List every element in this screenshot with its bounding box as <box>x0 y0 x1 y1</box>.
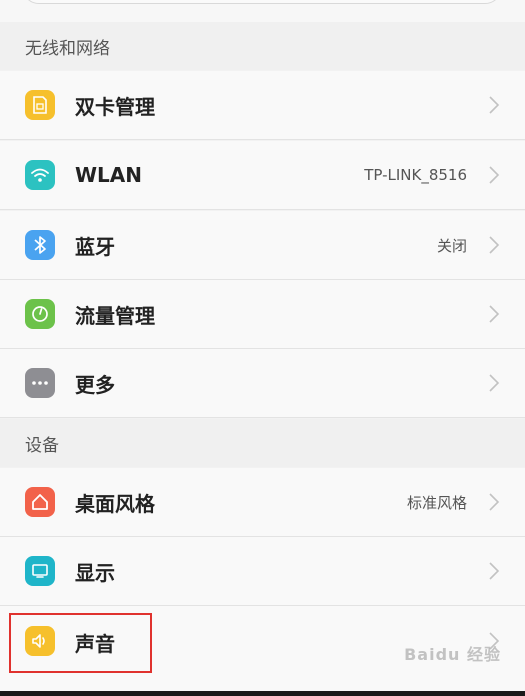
bottom-bar <box>0 691 525 696</box>
row-label-dual-sim: 双卡管理 <box>75 94 155 119</box>
row-dual-sim[interactable]: 双卡管理 <box>0 71 525 140</box>
row-display[interactable]: 显示 <box>0 537 525 606</box>
settings-page: 无线和网络 双卡管理 WLAN TP-LINK_8516 蓝牙 关闭 流量管理 … <box>0 0 525 696</box>
watermark: Baidu 经验 <box>404 645 501 664</box>
chevron-right-icon <box>487 491 501 513</box>
home-icon <box>25 487 55 517</box>
chevron-right-icon <box>487 234 501 256</box>
row-value-wlan: TP-LINK_8516 <box>364 166 467 184</box>
row-label-display: 显示 <box>75 560 115 585</box>
row-value-home-style: 标准风格 <box>406 493 467 512</box>
highlight-annotation <box>9 613 152 673</box>
section-title-device: 设备 <box>25 435 59 456</box>
row-label-data-usage: 流量管理 <box>75 303 155 328</box>
chevron-right-icon <box>487 560 501 582</box>
chevron-right-icon <box>487 164 501 186</box>
row-wlan[interactable]: WLAN TP-LINK_8516 <box>0 141 525 210</box>
row-label-home-style: 桌面风格 <box>75 491 155 516</box>
bluetooth-icon <box>25 230 55 260</box>
row-label-bluetooth: 蓝牙 <box>75 234 115 259</box>
sim-card-icon <box>25 90 55 120</box>
section-header-wireless: 无线和网络 <box>0 22 525 70</box>
row-data-usage[interactable]: 流量管理 <box>0 280 525 349</box>
more-dots-icon <box>25 368 55 398</box>
row-label-more: 更多 <box>75 372 115 397</box>
chevron-right-icon <box>487 372 501 394</box>
search-bar[interactable] <box>22 0 502 4</box>
row-value-bluetooth: 关闭 <box>436 236 467 255</box>
row-home-style[interactable]: 桌面风格 标准风格 <box>0 468 525 537</box>
row-more[interactable]: 更多 <box>0 349 525 418</box>
display-icon <box>25 556 55 586</box>
wifi-icon <box>25 160 55 190</box>
section-header-device: 设备 <box>0 419 525 467</box>
chevron-right-icon <box>487 94 501 116</box>
data-gauge-icon <box>25 299 55 329</box>
row-label-wlan: WLAN <box>75 163 143 187</box>
section-title-wireless: 无线和网络 <box>25 38 110 59</box>
row-bluetooth[interactable]: 蓝牙 关闭 <box>0 211 525 280</box>
chevron-right-icon <box>487 303 501 325</box>
